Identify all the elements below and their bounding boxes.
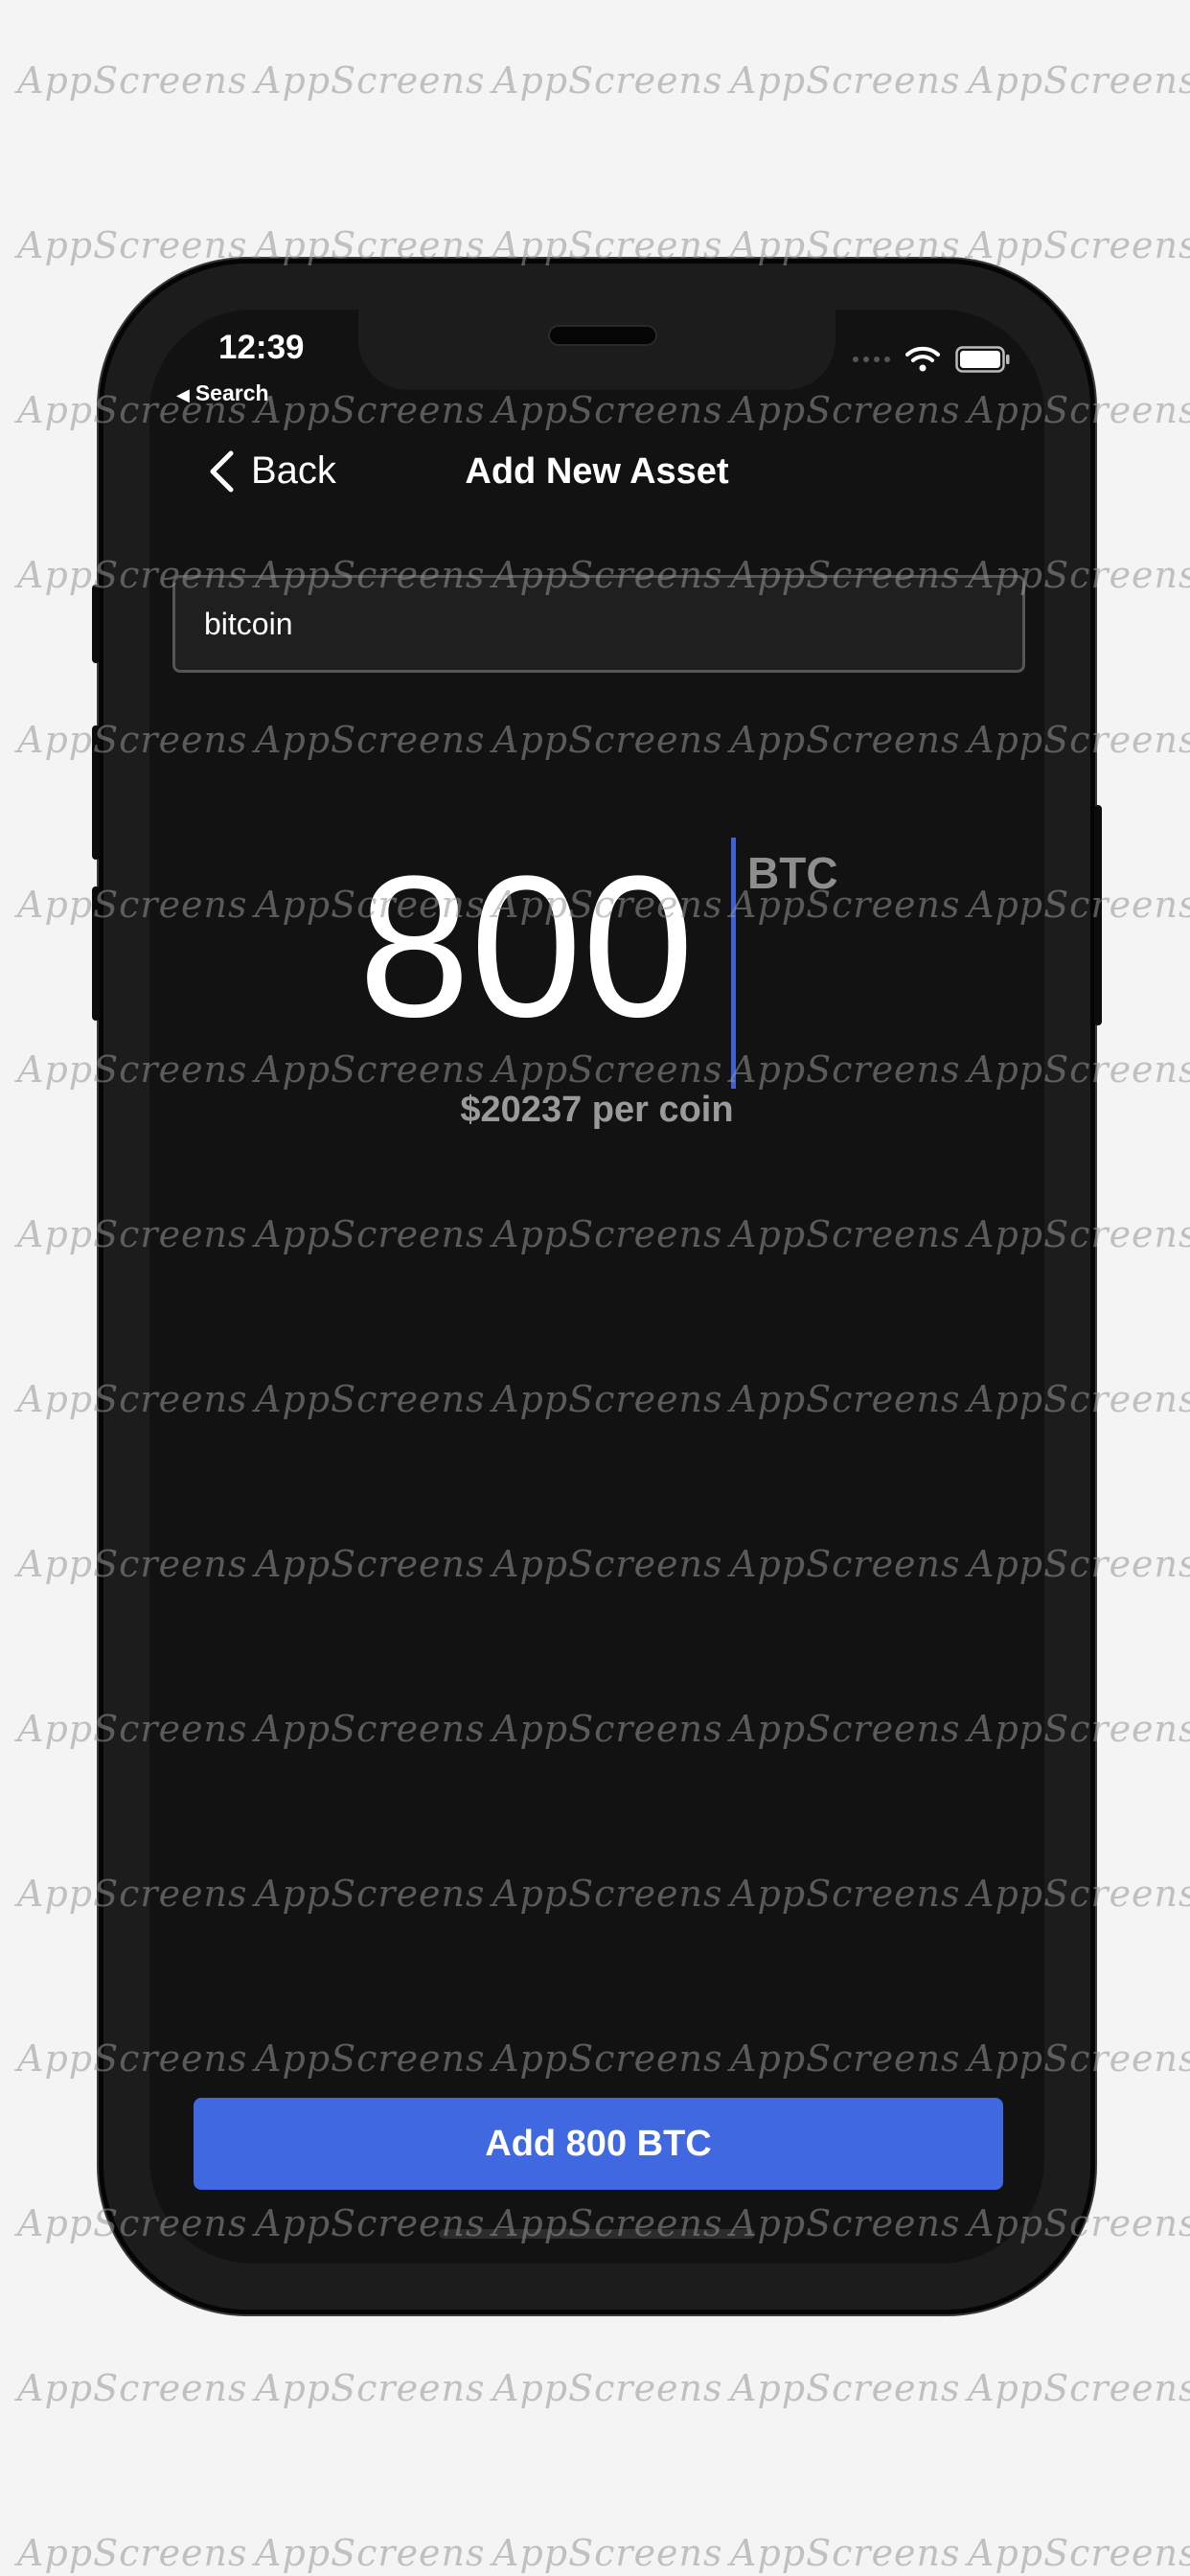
watermark-text: AppScreens xyxy=(730,2367,961,2409)
watermark-text: AppScreens xyxy=(492,2367,723,2409)
speaker-grille xyxy=(548,325,657,346)
home-indicator[interactable] xyxy=(439,2229,755,2239)
watermark-text: AppScreens xyxy=(968,2532,1190,2574)
silent-switch xyxy=(92,585,100,663)
wifi-icon xyxy=(905,346,940,372)
text-cursor xyxy=(731,838,736,1089)
status-back-label: Search xyxy=(195,380,269,405)
volume-up-button xyxy=(92,725,100,860)
status-back-to-app[interactable]: ◀ Search xyxy=(176,380,269,406)
watermark-text: AppScreens xyxy=(492,2532,723,2574)
watermark-text: AppScreens xyxy=(255,224,486,266)
watermark-text: AppScreens xyxy=(968,59,1190,102)
app-screen: 12:39 ◀ Search Back Add New Asset bitcoi… xyxy=(149,310,1044,2264)
asset-search-input[interactable]: bitcoin xyxy=(172,575,1025,673)
power-button xyxy=(1094,805,1102,1025)
cellular-dots-icon xyxy=(853,356,890,362)
volume-down-button xyxy=(92,886,100,1021)
status-icons xyxy=(853,346,1011,373)
phone-frame: 12:39 ◀ Search Back Add New Asset bitcoi… xyxy=(92,264,1102,2310)
add-asset-button[interactable]: Add 800 BTC xyxy=(194,2098,1003,2190)
watermark-text: AppScreens xyxy=(17,224,248,266)
battery-icon xyxy=(955,346,1010,373)
price-per-coin: $20237 per coin xyxy=(460,1090,734,1130)
watermark-text: AppScreens xyxy=(730,2532,961,2574)
notch xyxy=(358,310,835,390)
watermark-text: AppScreens xyxy=(255,2532,486,2574)
watermark-text: AppScreens xyxy=(17,2532,248,2574)
watermark-text: AppScreens xyxy=(730,224,961,266)
watermark-text: AppScreens xyxy=(17,59,248,102)
watermark-text: AppScreens xyxy=(730,59,961,102)
watermark-text: AppScreens xyxy=(255,59,486,102)
watermark-text: AppScreens xyxy=(492,59,723,102)
amount-value[interactable]: 800 xyxy=(358,846,694,1047)
page-title: Add New Asset xyxy=(465,451,729,492)
watermark-text: AppScreens xyxy=(17,2367,248,2409)
watermark-text: AppScreens xyxy=(492,224,723,266)
back-triangle-icon: ◀ xyxy=(176,385,190,404)
watermark-text: AppScreens xyxy=(255,2367,486,2409)
watermark-text: AppScreens xyxy=(968,224,1190,266)
watermark-text: AppScreens xyxy=(968,2367,1190,2409)
amount-unit: BTC xyxy=(747,848,838,898)
status-time: 12:39 xyxy=(218,329,305,366)
